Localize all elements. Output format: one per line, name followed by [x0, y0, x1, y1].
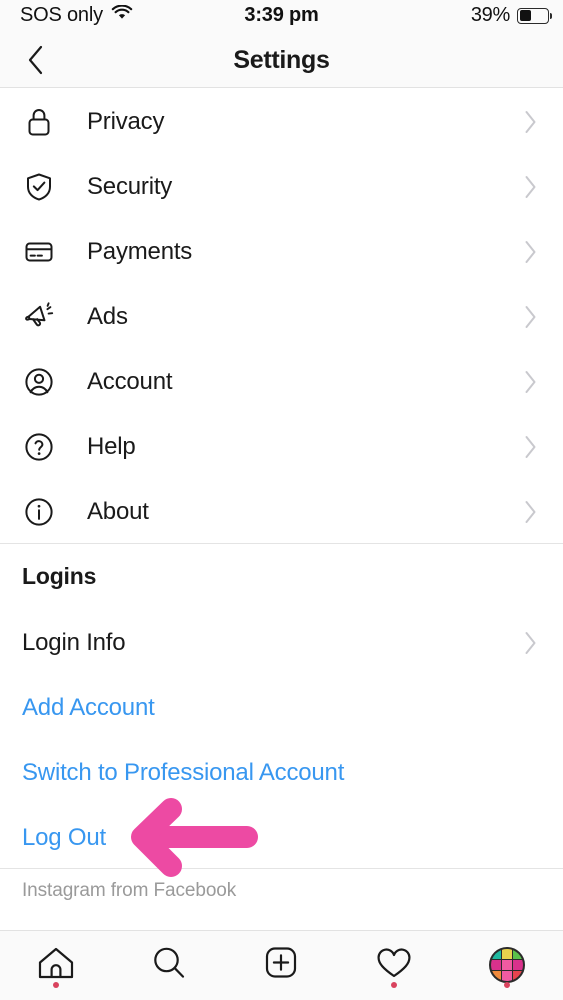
settings-row-label: Help — [87, 432, 136, 460]
tab-activity[interactable] — [338, 931, 451, 1000]
avatar-cell — [512, 970, 523, 981]
add-account-label: Add Account — [22, 694, 155, 721]
person-circle-icon — [22, 365, 56, 399]
tab-home[interactable] — [0, 931, 113, 1000]
chevron-right-icon — [524, 435, 537, 459]
chevron-right-icon — [524, 240, 537, 264]
question-circle-icon — [22, 430, 56, 464]
bottom-tab-bar — [0, 930, 563, 1000]
login-info-label: Login Info — [22, 629, 126, 656]
log-out-label: Log Out — [22, 824, 106, 851]
settings-row-label: Ads — [87, 302, 128, 330]
avatar-cell — [501, 959, 512, 970]
profile-avatar-icon — [488, 946, 525, 983]
tab-badge-dot — [503, 981, 510, 988]
info-circle-icon — [22, 495, 56, 529]
settings-row-label: Privacy — [87, 107, 165, 135]
settings-list: Privacy Security Payments Ads Account He… — [0, 89, 563, 544]
settings-row-account[interactable]: Account — [0, 349, 563, 414]
avatar-cell — [501, 970, 512, 981]
settings-row-label: Payments — [87, 237, 193, 265]
avatar-cell — [501, 948, 512, 959]
log-out-row[interactable]: Log Out — [0, 812, 563, 864]
search-icon — [149, 944, 189, 987]
settings-row-label: About — [87, 497, 149, 525]
battery-icon — [517, 7, 552, 24]
page-title: Settings — [233, 45, 330, 74]
tab-badge-dot — [53, 981, 60, 988]
settings-row-privacy[interactable]: Privacy — [0, 89, 563, 154]
avatar-cell — [512, 959, 523, 970]
status-bar-right: 39% — [470, 4, 552, 27]
add-post-icon — [261, 944, 301, 987]
avatar-cell — [490, 948, 501, 959]
lock-icon — [22, 105, 56, 139]
settings-row-security[interactable]: Security — [0, 154, 563, 219]
tab-search[interactable] — [113, 931, 226, 1000]
settings-row-ads[interactable]: Ads — [0, 284, 563, 349]
chevron-right-icon — [524, 631, 537, 655]
shield-check-icon — [22, 170, 56, 204]
switch-professional-account-row[interactable]: Switch to Professional Account — [0, 747, 563, 799]
settings-row-help[interactable]: Help — [0, 414, 563, 479]
chevron-right-icon — [524, 110, 537, 134]
settings-row-label: Account — [87, 367, 173, 395]
megaphone-icon — [22, 300, 56, 334]
status-bar: SOS only 3:39 pm 39% — [0, 0, 563, 32]
tab-badge-dot — [391, 981, 398, 988]
avatar-cell — [512, 948, 523, 959]
login-info-row[interactable]: Login Info — [0, 617, 563, 669]
settings-row-about[interactable]: About — [0, 479, 563, 544]
settings-row-payments[interactable]: Payments — [0, 219, 563, 284]
tab-profile[interactable] — [450, 931, 563, 1000]
credit-card-icon — [22, 235, 56, 269]
battery-percent-label: 39% — [470, 4, 510, 26]
chevron-right-icon — [524, 500, 537, 524]
avatar-cell — [490, 970, 501, 981]
chevron-right-icon — [524, 175, 537, 199]
add-account-row[interactable]: Add Account — [0, 682, 563, 734]
logins-section-header: Logins — [22, 563, 97, 589]
footer-divider — [0, 868, 563, 869]
switch-professional-account-label: Switch to Professional Account — [22, 759, 345, 786]
avatar-cell — [490, 959, 501, 970]
section-divider — [0, 543, 563, 544]
chevron-right-icon — [524, 305, 537, 329]
tab-add-post[interactable] — [225, 931, 338, 1000]
attribution-label: Instagram from Facebook — [22, 880, 237, 901]
nav-bar: Settings — [0, 32, 563, 88]
chevron-right-icon — [524, 370, 537, 394]
phone-screen: SOS only 3:39 pm 39% Settings Privacy Se… — [0, 0, 563, 1000]
settings-row-label: Security — [87, 172, 173, 200]
